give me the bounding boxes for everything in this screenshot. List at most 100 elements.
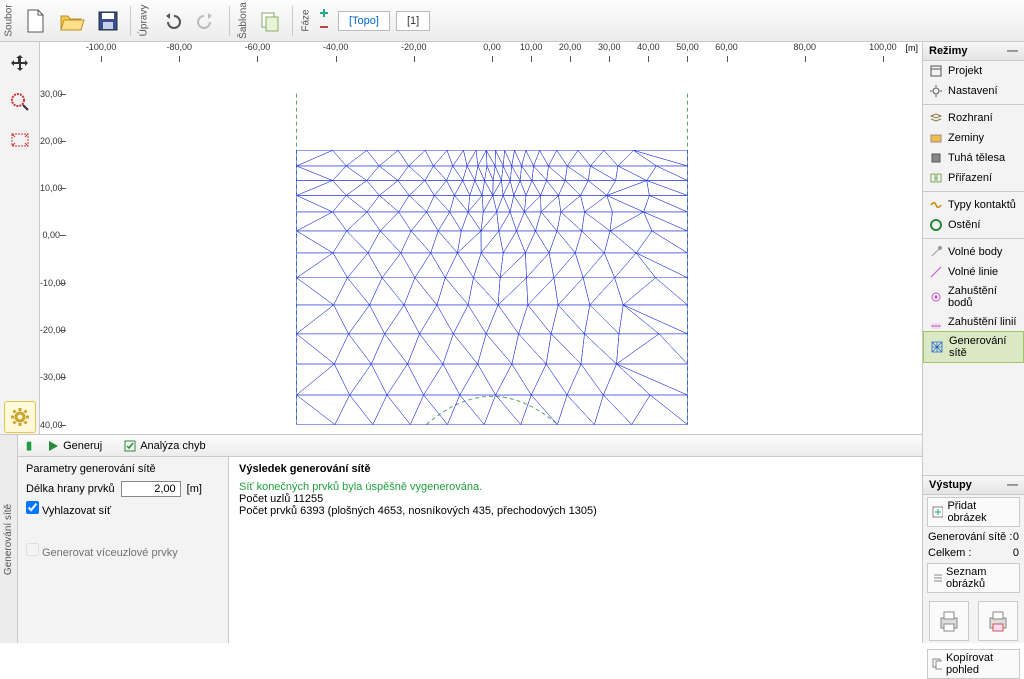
x-tick: 80,00	[785, 42, 825, 52]
y-tick: -20,00	[40, 325, 60, 335]
rigid-icon	[929, 151, 943, 165]
add-picture-button[interactable]: Přidat obrázek	[927, 497, 1020, 527]
menu-upravy[interactable]: Úpravy	[135, 2, 153, 40]
results-elems: Počet prvků 6393 (plošných 4653, nosníko…	[239, 505, 912, 517]
modes-header: Režimy—	[923, 42, 1024, 61]
y-tick: 10,00	[40, 183, 60, 193]
fit-tool[interactable]	[4, 124, 36, 156]
settings-tool[interactable]	[4, 401, 36, 433]
new-file-button[interactable]	[19, 3, 53, 39]
menu-soubor[interactable]: Soubor	[0, 2, 18, 40]
canvas-area[interactable]: [m] -100,00-80,00-60,00-40,00-20,000,001…	[40, 42, 922, 434]
mode-dpoint[interactable]: Zahuštění bodů	[923, 282, 1024, 312]
x-tick: 0,00	[472, 42, 512, 52]
copy-view-button[interactable]: Kopírovat pohled	[927, 649, 1020, 679]
mode-gear[interactable]: Nastavení	[923, 81, 1024, 101]
add-picture-icon	[932, 506, 943, 518]
x-tick: 40,00	[628, 42, 668, 52]
template-icon	[259, 10, 281, 32]
bottom-toolbar: ▮ Generuj Analýza chyb	[18, 435, 922, 457]
save-icon	[97, 10, 119, 32]
x-tick: -80,00	[159, 42, 199, 52]
x-tick: 20,00	[550, 42, 590, 52]
list-icon	[932, 572, 942, 584]
x-tick: -60,00	[237, 42, 277, 52]
generate-button[interactable]: Generuj	[40, 437, 109, 455]
edge-length-label: Délka hrany prvků	[26, 483, 115, 495]
pan-tool[interactable]	[4, 48, 36, 80]
redo-button[interactable]	[190, 3, 224, 39]
zoom-tool[interactable]	[4, 86, 36, 118]
results-nodes: Počet uzlů 11255	[239, 493, 912, 505]
mesh-plot	[62, 70, 922, 434]
undo-icon	[160, 10, 182, 32]
mode-proj[interactable]: Projekt	[923, 61, 1024, 81]
mode-mesh[interactable]: Generování sítě	[923, 331, 1024, 363]
mode-fpoint[interactable]: Volné body	[923, 242, 1024, 262]
ruler-y: 30,0020,0010,000,00-10,00-20,00-30,0040,…	[40, 70, 62, 434]
print-color-button[interactable]	[978, 601, 1018, 641]
play-icon	[47, 440, 59, 452]
mode-contact[interactable]: Typy kontaktů	[923, 195, 1024, 215]
smooth-checkbox-label[interactable]: Vyhlazovat síť	[26, 501, 111, 517]
y-tick: 20,00	[40, 136, 60, 146]
printer-icon	[936, 608, 962, 634]
x-tick: -20,00	[394, 42, 434, 52]
analyze-button[interactable]: Analýza chyb	[117, 437, 212, 455]
multinode-checkbox-label[interactable]: Generovat víceuzlové prvky	[26, 543, 178, 559]
print-button[interactable]	[929, 601, 969, 641]
picture-list-button[interactable]: Seznam obrázků	[927, 563, 1020, 593]
edge-length-unit: [m]	[187, 483, 202, 495]
x-tick: 30,00	[589, 42, 629, 52]
x-tick: 50,00	[667, 42, 707, 52]
undo-button[interactable]	[154, 3, 188, 39]
y-tick: -10,00	[40, 278, 60, 288]
mode-layers[interactable]: Rozhraní	[923, 108, 1024, 128]
y-tick: 30,00	[40, 89, 60, 99]
gear-icon	[9, 406, 31, 428]
fit-icon	[9, 129, 31, 151]
phase-1[interactable]: [1]	[396, 11, 430, 31]
params-pane: Parametry generování sítě Délka hrany pr…	[18, 457, 228, 643]
fline-icon	[929, 265, 943, 279]
move-icon	[9, 53, 31, 75]
check-icon	[124, 440, 136, 452]
open-file-button[interactable]	[55, 3, 89, 39]
menu-faze[interactable]: Fáze	[297, 2, 315, 40]
params-title: Parametry generování sítě	[26, 463, 220, 475]
y-tick: 0,00	[40, 230, 60, 240]
collapse-icon[interactable]: —	[1007, 45, 1018, 57]
phase-remove-icon[interactable]	[318, 22, 332, 34]
edge-length-input[interactable]	[121, 481, 181, 497]
mesh-icon	[930, 340, 944, 354]
dline-icon	[929, 315, 943, 329]
mode-lining[interactable]: Ostění	[923, 215, 1024, 235]
x-tick: 10,00	[511, 42, 551, 52]
results-success: Síť konečných prvků byla úspěšně vygener…	[239, 481, 912, 493]
menu-sablona[interactable]: Šablona	[234, 2, 252, 40]
folder-open-icon	[59, 10, 85, 32]
gen-count-row: Generování sítě :0	[923, 529, 1024, 545]
smooth-checkbox[interactable]	[26, 501, 39, 514]
phase-add-icon[interactable]	[318, 8, 332, 20]
bottom-tab[interactable]: Generování sítě	[0, 435, 18, 643]
phase-topo[interactable]: [Topo]	[338, 11, 390, 31]
collapse-icon[interactable]: —	[1007, 479, 1018, 491]
save-button[interactable]	[91, 3, 125, 39]
fpoint-icon	[929, 245, 943, 259]
modes-panel: Režimy— ProjektNastavení RozhraníZeminyTu…	[922, 42, 1024, 475]
layers-icon	[929, 111, 943, 125]
template-button[interactable]	[253, 3, 287, 39]
y-tick: -30,00	[40, 372, 60, 382]
mode-rigid[interactable]: Tuhá tělesa	[923, 148, 1024, 168]
redo-icon	[196, 10, 218, 32]
mode-assign[interactable]: Přiřazení	[923, 168, 1024, 188]
status-ok-icon: ▮	[26, 439, 32, 452]
printer-color-icon	[985, 608, 1011, 634]
mode-soil[interactable]: Zeminy	[923, 128, 1024, 148]
x-tick: -40,00	[316, 42, 356, 52]
results-title: Výsledek generování sítě	[239, 463, 912, 475]
outputs-panel: Výstupy— Přidat obrázek Generování sítě …	[922, 475, 1024, 643]
mode-dline[interactable]: Zahuštění linií	[923, 312, 1024, 332]
mode-fline[interactable]: Volné linie	[923, 262, 1024, 282]
